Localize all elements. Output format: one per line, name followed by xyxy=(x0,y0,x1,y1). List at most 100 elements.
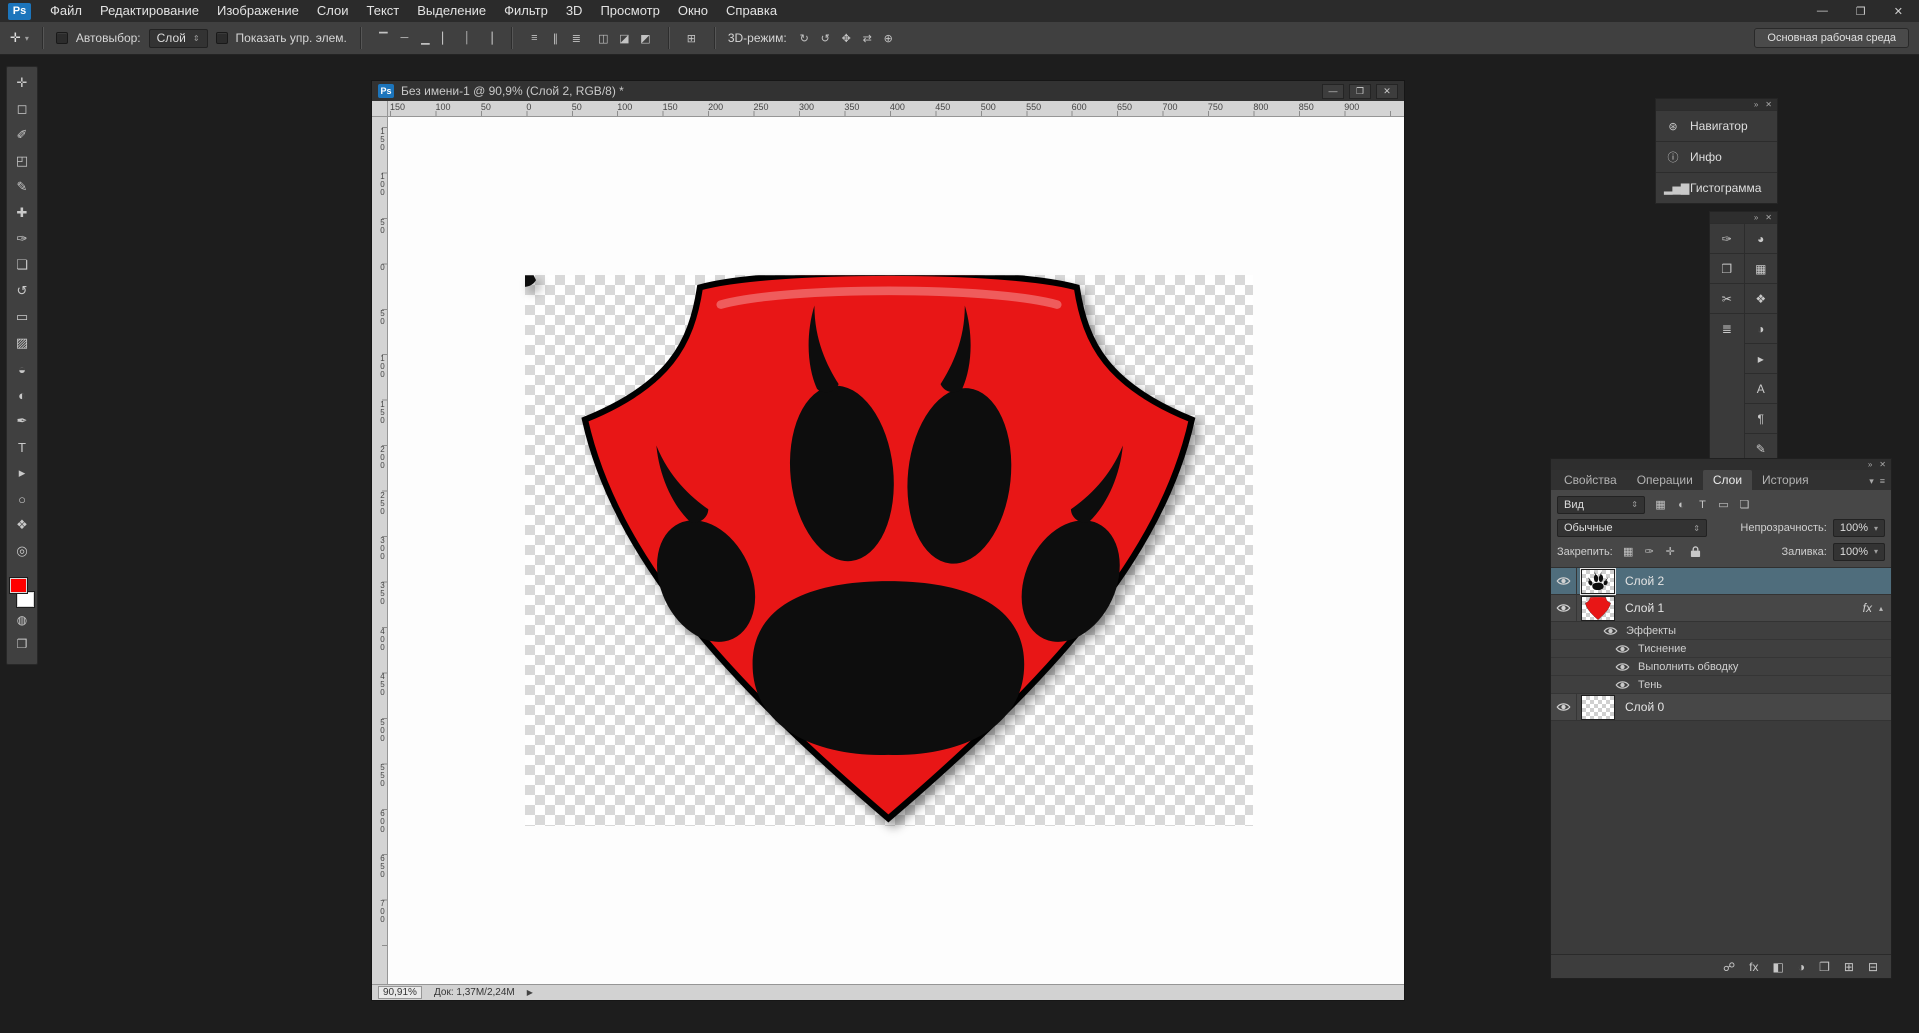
eye-icon[interactable] xyxy=(1615,644,1630,654)
filter-adjustment-layers-icon[interactable]: ◐ xyxy=(1672,495,1691,514)
align-left-edges-icon[interactable]: ▏ xyxy=(437,29,456,48)
effects-header-row[interactable]: Эффекты xyxy=(1551,622,1891,640)
marquee-tool[interactable]: ◻ xyxy=(8,96,36,122)
brush-presets-panel-icon[interactable]: ✑ xyxy=(1710,223,1744,253)
blend-mode-dropdown[interactable]: Обычные ⇕ xyxy=(1557,519,1707,537)
gradient-tool[interactable]: ▨ xyxy=(8,330,36,356)
3d-pan-icon[interactable]: ✥ xyxy=(837,29,856,48)
auto-align-layers-icon[interactable]: ⊞ xyxy=(682,29,701,48)
healing-brush-tool[interactable]: ✚ xyxy=(8,200,36,226)
add-layer-mask-icon[interactable]: ◧ xyxy=(1773,960,1784,974)
eye-icon[interactable] xyxy=(1615,662,1630,672)
new-group-icon[interactable]: ❐ xyxy=(1819,960,1830,974)
align-bottom-edges-icon[interactable]: ▁ xyxy=(416,29,435,48)
menu-item[interactable]: Справка xyxy=(717,0,786,22)
menu-item[interactable]: Изображение xyxy=(208,0,308,22)
styles-panel-icon[interactable]: ❖ xyxy=(1743,283,1777,313)
eye-icon[interactable] xyxy=(1615,680,1630,690)
layer-thumbnail-cell[interactable] xyxy=(1577,694,1619,720)
layer-row-layer2[interactable]: Слой 2 xyxy=(1551,568,1891,595)
clone-source-panel-icon[interactable]: ❐ xyxy=(1710,253,1744,283)
expand-panels-icon[interactable]: » xyxy=(1754,100,1758,109)
menu-item[interactable]: Текст xyxy=(358,0,409,22)
autoselect-checkbox[interactable] xyxy=(55,32,68,44)
visibility-toggle[interactable] xyxy=(1551,595,1577,621)
foreground-color-swatch[interactable] xyxy=(10,578,27,593)
paragraph-panel-icon[interactable]: ¶ xyxy=(1743,403,1777,433)
show-transform-controls-checkbox[interactable] xyxy=(215,32,228,44)
type-tool[interactable]: T xyxy=(8,434,36,460)
lock-position-icon[interactable]: ✛ xyxy=(1661,542,1680,561)
eye-icon[interactable] xyxy=(1603,626,1618,636)
crop-tool[interactable]: ◰ xyxy=(8,148,36,174)
menu-item[interactable]: Выделение xyxy=(408,0,495,22)
color-panel-icon[interactable]: ◕ xyxy=(1743,223,1777,253)
menu-item[interactable]: Слои xyxy=(308,0,358,22)
doc-minimize-icon[interactable]: — xyxy=(1322,83,1344,99)
close-panel-icon[interactable]: ✕ xyxy=(1765,100,1772,109)
visibility-toggle[interactable] xyxy=(1551,694,1577,720)
visibility-toggle[interactable] xyxy=(1551,568,1577,594)
collapse-panels-icon[interactable]: » xyxy=(1868,460,1872,469)
menu-item[interactable]: Редактирование xyxy=(91,0,208,22)
vertical-ruler[interactable]: 150 100 50 0 50 100 150 200 250 300 350 400 450 500 55… xyxy=(372,117,388,984)
document-canvas[interactable] xyxy=(525,275,1253,826)
status-options-arrow-icon[interactable]: ▶ xyxy=(527,988,533,997)
lock-all-icon[interactable] xyxy=(1686,542,1705,561)
adjustment-layer-icon[interactable]: ◑ xyxy=(1798,960,1805,974)
filter-shape-layers-icon[interactable]: ▭ xyxy=(1714,495,1733,514)
lock-transparency-icon[interactable]: ▦ xyxy=(1619,542,1638,561)
tab-properties[interactable]: Свойства xyxy=(1554,470,1627,490)
layer-name[interactable]: Слой 1 xyxy=(1625,601,1863,615)
layer-kind-filter-dropdown[interactable]: Вид ⇕ xyxy=(1557,495,1645,514)
lasso-tool[interactable]: ✐ xyxy=(8,122,36,148)
close-panel-icon[interactable]: ✕ xyxy=(1879,460,1886,469)
distribute-left-edges-icon[interactable]: ◫ xyxy=(594,29,613,48)
history-brush-tool[interactable]: ↺ xyxy=(8,278,36,304)
distribute-right-edges-icon[interactable]: ◩ xyxy=(636,29,655,48)
align-horizontal-centers-icon[interactable]: │ xyxy=(458,29,477,48)
filter-type-layers-icon[interactable]: T xyxy=(1693,495,1712,514)
distribute-horizontal-centers-icon[interactable]: ◪ xyxy=(615,29,634,48)
swatches-panel-icon[interactable]: ▦ xyxy=(1743,253,1777,283)
3d-slide-icon[interactable]: ⇄ xyxy=(858,29,877,48)
3d-zoom-icon[interactable]: ⊕ xyxy=(879,29,898,48)
align-vertical-centers-icon[interactable]: ─ xyxy=(395,29,414,48)
layer-style-icon[interactable]: fx xyxy=(1749,960,1758,974)
panel-menu-icon[interactable]: ≡ xyxy=(1880,476,1885,487)
menu-item[interactable]: Просмотр xyxy=(591,0,668,22)
lock-pixels-icon[interactable]: ✑ xyxy=(1640,542,1659,561)
dodge-tool[interactable]: ◐ xyxy=(8,382,36,408)
ruler-origin-corner[interactable] xyxy=(372,101,388,116)
tool-presets-panel-icon[interactable]: ✂ xyxy=(1710,283,1744,313)
distribute-bottom-edges-icon[interactable]: ≣ xyxy=(567,29,586,48)
effect-row-shadow[interactable]: Тень xyxy=(1551,676,1891,694)
pasteboard[interactable] xyxy=(388,117,1404,984)
photoshop-logo[interactable]: Ps xyxy=(8,2,31,20)
autoselect-target-dropdown[interactable]: Слой ⇕ xyxy=(148,28,208,48)
delete-layer-icon[interactable]: ⊟ xyxy=(1868,960,1878,974)
character-panel-icon[interactable]: A xyxy=(1743,373,1777,403)
fill-dropdown[interactable]: 100% ▾ xyxy=(1832,542,1885,561)
clone-stamp-tool[interactable]: ❏ xyxy=(8,252,36,278)
layer-name[interactable]: Слой 2 xyxy=(1625,574,1891,588)
tool-preset-picker[interactable]: ✛ ▾ xyxy=(10,30,29,46)
screen-mode-icon[interactable]: ❐ xyxy=(8,632,36,656)
tab-history[interactable]: История xyxy=(1752,470,1819,490)
blur-tool[interactable]: ◒ xyxy=(8,356,36,382)
panel-button-navigator[interactable]: ⊛ Навигатор xyxy=(1656,110,1777,141)
panel-button-histogram[interactable]: ▂▅▇ Гистограмма xyxy=(1656,172,1777,203)
menu-item[interactable]: Файл xyxy=(41,0,91,22)
layer-row-layer0[interactable]: Слой 0 xyxy=(1551,694,1891,721)
align-top-edges-icon[interactable]: ▔ xyxy=(374,29,393,48)
distribute-top-edges-icon[interactable]: ≡ xyxy=(525,29,544,48)
horizontal-ruler[interactable]: 150 100 50 0 50 100 150 200 250 300 350 400 450 500 55… xyxy=(388,101,1404,116)
layer-thumbnail-cell[interactable] xyxy=(1577,568,1619,595)
quick-mask-icon[interactable]: ◍ xyxy=(8,608,36,632)
effect-row-bevel[interactable]: Тиснение xyxy=(1551,640,1891,658)
maximize-icon[interactable]: ❐ xyxy=(1856,5,1866,18)
adjustments-panel-icon[interactable]: ◑ xyxy=(1743,313,1777,343)
distribute-vertical-centers-icon[interactable]: ∥ xyxy=(546,29,565,48)
tab-actions[interactable]: Операции xyxy=(1627,470,1703,490)
eraser-tool[interactable]: ▭ xyxy=(8,304,36,330)
